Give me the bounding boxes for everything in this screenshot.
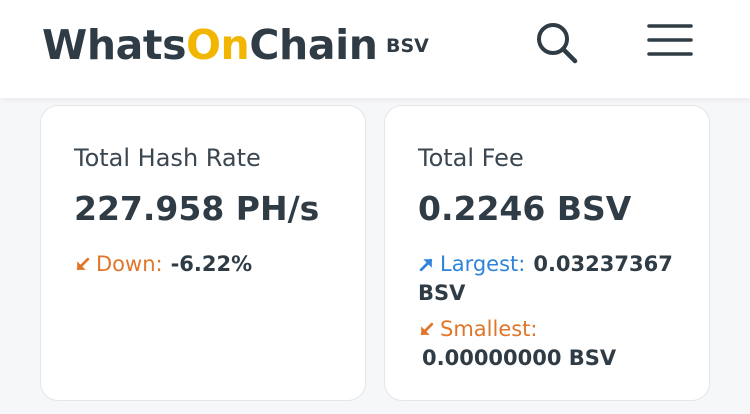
- hash-rate-title: Total Hash Rate: [74, 144, 261, 172]
- largest-fee-value: 0.03237367: [533, 252, 673, 276]
- total-fee-card[interactable]: Total Fee 0.2246 BSV Largest: 0.03237367 …: [384, 105, 710, 401]
- search-icon: [537, 23, 578, 64]
- largest-fee-line: Largest: 0.03237367: [418, 252, 673, 276]
- smallest-fee-value: 0.00000000 BSV: [422, 346, 617, 370]
- hash-rate-card[interactable]: Total Hash Rate 227.958 PH/s Down: -6.22%: [40, 105, 366, 401]
- arrow-down-left-icon: [76, 257, 90, 271]
- smallest-fee-label: Smallest:: [440, 317, 538, 341]
- hash-rate-value: 227.958 PH/s: [74, 189, 320, 228]
- total-fee-value: 0.2246 BSV: [418, 189, 632, 228]
- largest-fee-unit: BSV: [418, 281, 466, 305]
- largest-fee-label: Largest:: [440, 252, 526, 276]
- menu-button[interactable]: [644, 18, 696, 66]
- total-fee-title: Total Fee: [418, 144, 524, 172]
- arrow-down-left-icon: [420, 322, 434, 336]
- smallest-fee-line: Smallest:: [418, 317, 538, 341]
- hash-rate-trend: Down: -6.22%: [74, 252, 252, 276]
- site-logo[interactable]: WhatsOnChain: [42, 22, 378, 68]
- logo-text-whats: Whats: [42, 21, 187, 69]
- trend-value: -6.22%: [170, 252, 253, 276]
- top-header: WhatsOnChain BSV: [0, 0, 750, 98]
- search-button[interactable]: [532, 18, 582, 68]
- trend-label: Down:: [96, 252, 163, 276]
- arrow-up-right-icon: [419, 258, 433, 272]
- network-label: BSV: [386, 35, 429, 57]
- logo-text-on: On: [186, 21, 250, 69]
- hamburger-menu-icon: [647, 24, 693, 56]
- logo-text-chain: Chain: [249, 21, 378, 69]
